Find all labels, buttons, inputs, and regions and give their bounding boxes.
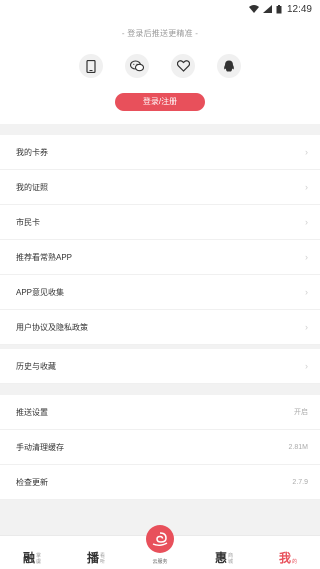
login-options	[0, 54, 320, 78]
cloud-service-icon[interactable]	[146, 525, 174, 553]
nav-tab-hui[interactable]: 惠 商城	[199, 551, 249, 565]
nav-tab-main-label: 惠	[214, 551, 227, 565]
menu-group-account: 我的卡券 › 我的证照 › 市民卡 › 推荐看常熟APP › APP意见收集 › 用户协议…	[0, 135, 320, 345]
menu-item-my-certificates[interactable]: 我的证照 ›	[0, 170, 320, 205]
menu-item-citizen-card[interactable]: 市民卡 ›	[0, 205, 320, 240]
cache-size-value: 2.81M	[288, 443, 308, 451]
menu-item-label: 我的证照	[16, 182, 48, 192]
version-value: 2.7.9	[292, 478, 308, 486]
menu-item-label: APP意见收集	[16, 287, 65, 297]
menu-item-label: 我的卡券	[16, 147, 48, 157]
menu-item-label: 市民卡	[16, 217, 40, 227]
heart-icon[interactable]	[171, 54, 195, 78]
nav-tab-sub-label: 掌虞	[36, 553, 42, 565]
push-status-value: 开启	[294, 409, 308, 416]
battery-icon	[276, 4, 282, 13]
chevron-right-icon: ›	[305, 217, 308, 227]
chevron-right-icon: ›	[305, 322, 308, 332]
menu-item-recommend-app[interactable]: 推荐看常熟APP ›	[0, 240, 320, 275]
nav-tab-label: 云服务	[152, 559, 168, 565]
nav-tab-mine[interactable]: 我 的	[263, 551, 313, 565]
phone-icon[interactable]	[79, 54, 103, 78]
menu-item-label: 手动清理缓存	[16, 442, 64, 452]
section-divider	[0, 384, 320, 395]
menu-item-history-favorites[interactable]: 历史与收藏 ›	[0, 349, 320, 384]
nav-tab-rong[interactable]: 融 掌虞	[7, 551, 57, 565]
nav-tab-sub-label: 的	[292, 559, 298, 565]
wechat-icon[interactable]	[125, 54, 149, 78]
chevron-right-icon: ›	[305, 147, 308, 157]
login-register-button[interactable]: 登录/注册	[115, 93, 205, 111]
nav-tab-sub-label: 商城	[228, 553, 234, 565]
menu-item-label: 推荐看常熟APP	[16, 252, 73, 262]
menu-item-my-coupons[interactable]: 我的卡券 ›	[0, 135, 320, 170]
chevron-right-icon: ›	[305, 252, 308, 262]
login-hint: - 登录后推送更精准 -	[121, 29, 199, 38]
qq-icon[interactable]	[217, 54, 241, 78]
menu-item-clear-cache[interactable]: 手动清理缓存 2.81M	[0, 430, 320, 465]
nav-tab-main-label: 播	[86, 551, 99, 565]
wifi-icon	[248, 5, 259, 13]
menu-item-label: 检查更新	[16, 477, 48, 487]
chevron-right-icon: ›	[305, 361, 308, 371]
status-time: 12:49	[286, 3, 312, 15]
bottom-nav: 融 掌虞 播 看听 云服务 惠 商城 我 的	[0, 525, 320, 569]
nav-tab-sub-label: 看听	[100, 553, 106, 565]
nav-tab-cloud-service[interactable]: 云服务	[135, 525, 185, 565]
menu-item-feedback[interactable]: APP意见收集 ›	[0, 275, 320, 310]
menu-item-check-update[interactable]: 检查更新 2.7.9	[0, 465, 320, 500]
menu-group-settings: 推送设置 开启 手动清理缓存 2.81M 检查更新 2.7.9	[0, 395, 320, 500]
menu-item-push-settings[interactable]: 推送设置 开启	[0, 395, 320, 430]
menu-item-label: 推送设置	[16, 407, 48, 417]
menu-group-history: 历史与收藏 ›	[0, 349, 320, 384]
nav-tab-main-label: 融	[22, 551, 35, 565]
menu-item-label: 历史与收藏	[16, 361, 56, 371]
chevron-right-icon: ›	[305, 287, 308, 297]
status-bar: 12:49	[0, 0, 320, 18]
menu-item-label: 用户协议及隐私政策	[16, 322, 88, 332]
nav-tab-bo[interactable]: 播 看听	[71, 551, 121, 565]
signal-icon	[262, 5, 272, 13]
menu-item-privacy-policy[interactable]: 用户协议及隐私政策 ›	[0, 310, 320, 345]
chevron-right-icon: ›	[305, 182, 308, 192]
section-divider	[0, 124, 320, 135]
login-header: - 登录后推送更精准 - 登录/注册	[0, 18, 320, 124]
nav-tab-main-label: 我	[278, 551, 291, 565]
status-icons	[248, 4, 282, 14]
